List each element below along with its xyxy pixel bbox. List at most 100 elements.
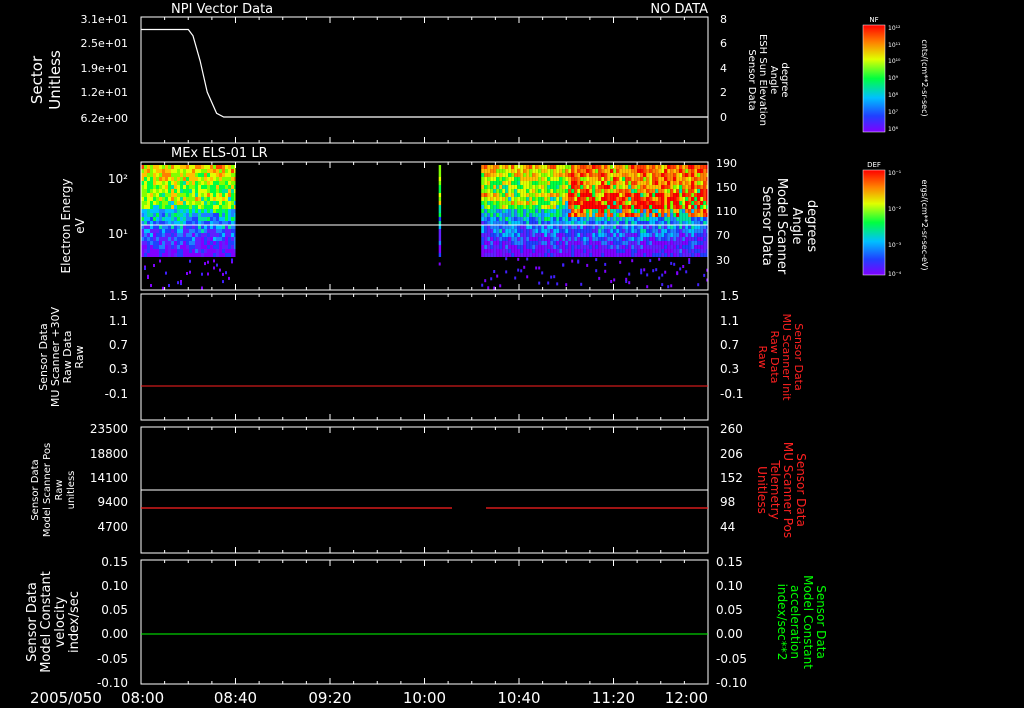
spectrogram-cell xyxy=(667,217,671,221)
spectrogram-cell xyxy=(673,205,677,209)
panel3-left-ticks: 1.5 1.1 0.7 0.3 -0.1 xyxy=(105,289,128,401)
spectrogram-cell xyxy=(198,213,201,217)
spectrogram-cell xyxy=(150,177,153,181)
spectrogram-cell xyxy=(604,213,608,217)
spectrogram-cell xyxy=(171,197,174,201)
spectrogram-cell xyxy=(517,185,521,189)
spectrogram-cell xyxy=(180,249,183,253)
spectrogram-cell xyxy=(688,245,692,249)
spectrogram-cell xyxy=(538,209,542,213)
spectrogram-cell xyxy=(661,217,665,221)
spectrogram-cell xyxy=(514,229,518,233)
spectrogram-cell xyxy=(607,181,611,185)
spectrogram-cell xyxy=(171,249,174,253)
spectrogram-cell xyxy=(198,253,201,257)
spectrogram-cell xyxy=(499,221,503,225)
spectrogram-cell xyxy=(144,237,147,241)
spectrogram-cell xyxy=(529,193,533,197)
spectrogram-cell xyxy=(547,249,551,253)
spectrogram-cell xyxy=(219,217,222,221)
spectrogram-cell xyxy=(228,229,231,233)
spectrogram-cell xyxy=(183,205,186,209)
spectrogram-cell xyxy=(189,237,192,241)
spectrogram-dot xyxy=(150,284,152,287)
spectrogram-cell xyxy=(556,201,560,205)
spectrogram-cell xyxy=(652,177,656,181)
spectrogram-dot xyxy=(682,265,685,268)
spectrogram-cell xyxy=(604,237,608,241)
spectrogram-cell xyxy=(664,193,668,197)
spectrogram-cell xyxy=(556,189,560,193)
time-axis: 2005/050 08:00 08:40 09:20 10:00 10:40 11:20 1… xyxy=(30,17,709,707)
spectrogram-cell xyxy=(198,221,201,225)
spectrogram-cell xyxy=(177,169,180,173)
spectrogram-cell xyxy=(598,185,602,189)
spectrogram-cell xyxy=(216,245,219,249)
spectrogram-cell xyxy=(556,229,560,233)
spectrogram-cell xyxy=(658,165,662,169)
spectrogram-cell xyxy=(198,209,201,213)
spectrogram-cell xyxy=(673,233,677,237)
spectrogram-cell xyxy=(538,205,542,209)
spectrogram-cell xyxy=(673,213,677,217)
spectrogram-cell xyxy=(661,221,665,225)
spectrogram-cell xyxy=(625,193,629,197)
spectrogram-cell xyxy=(438,173,442,177)
spectrogram-cell xyxy=(667,229,671,233)
spectrogram-cell xyxy=(216,229,219,233)
spectrogram-cell xyxy=(655,185,659,189)
spectrogram-cell xyxy=(619,193,623,197)
spectrogram-cell xyxy=(637,165,641,169)
spectrogram-cell xyxy=(700,229,704,233)
spectrogram-cell xyxy=(201,197,204,201)
spectrogram-cell xyxy=(144,193,147,197)
spectrogram-cell xyxy=(180,225,183,229)
spectrogram-cell xyxy=(213,165,216,169)
panel4-right-label-1: Sensor Data xyxy=(794,453,808,527)
spectrogram-cell xyxy=(628,189,632,193)
spectrogram-cell xyxy=(562,213,566,217)
spectrogram-cell xyxy=(201,185,204,189)
colorbar-def-title: DEF xyxy=(867,161,881,169)
spectrogram-cell xyxy=(565,245,569,249)
spectrogram-cell xyxy=(168,189,171,193)
spectrogram-cell xyxy=(484,233,488,237)
spectrogram-cell xyxy=(502,209,506,213)
spectrogram-cell xyxy=(628,177,632,181)
spectrogram-cell xyxy=(598,189,602,193)
spectrogram-cell xyxy=(553,173,557,177)
spectrogram-cell xyxy=(547,205,551,209)
spectrogram-cell xyxy=(511,221,515,225)
spectrogram-cell xyxy=(216,225,219,229)
spectrogram-cell xyxy=(210,245,213,249)
spectrogram-dot xyxy=(189,270,191,274)
spectrogram-cell xyxy=(655,229,659,233)
spectrogram-cell xyxy=(481,197,485,201)
spectrogram-cell xyxy=(652,225,656,229)
spectrogram-cell xyxy=(487,209,491,213)
spectrogram-cell xyxy=(186,173,189,177)
spectrogram-cell xyxy=(634,173,638,177)
spectrogram-cell xyxy=(667,169,671,173)
spectrogram-cell xyxy=(610,177,614,181)
spectrogram-cell xyxy=(556,245,560,249)
spectrogram-cell xyxy=(637,189,641,193)
spectrogram-cell xyxy=(547,237,551,241)
spectrogram-cell xyxy=(511,177,515,181)
spectrogram-cell xyxy=(505,165,509,169)
spectrogram-cell xyxy=(165,253,168,257)
spectrogram-cell xyxy=(204,245,207,249)
spectrogram-cell xyxy=(505,197,509,201)
spectrogram-cell xyxy=(700,209,704,213)
spectrogram-cell xyxy=(565,241,569,245)
spectrogram-cell xyxy=(559,217,563,221)
spectrogram-cell xyxy=(658,185,662,189)
spectrogram-cell xyxy=(640,165,644,169)
spectrogram-cell xyxy=(577,237,581,241)
spectrogram-cell xyxy=(652,249,656,253)
spectrogram-cell xyxy=(694,165,698,169)
spectrogram-cell xyxy=(517,241,521,245)
spectrogram-cell xyxy=(649,197,653,201)
panel4-right-ticks: 260 206 152 98 44 xyxy=(720,422,743,534)
spectrogram-cell xyxy=(529,197,533,201)
